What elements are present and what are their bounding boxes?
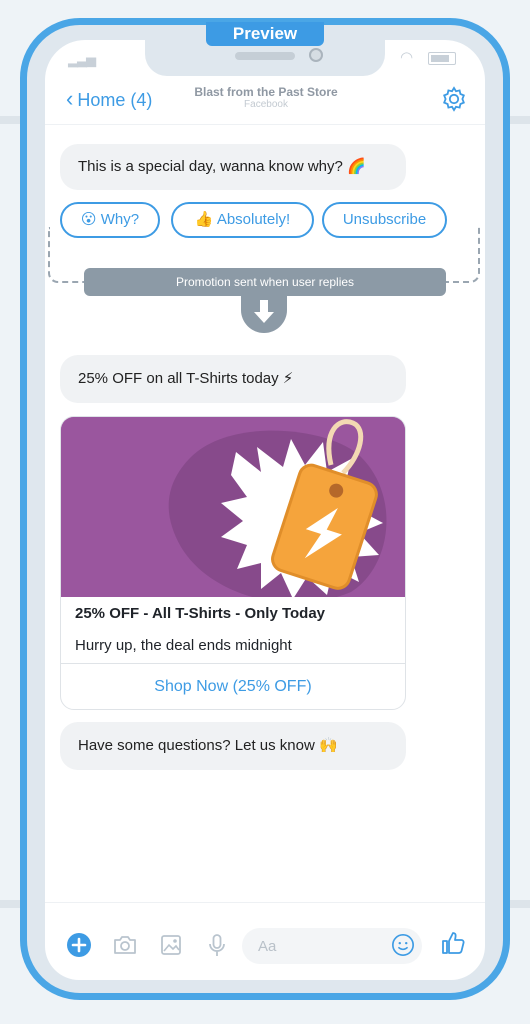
card-title: 25% OFF - All T-Shirts - Only Today xyxy=(75,605,326,622)
preview-tab: Preview xyxy=(206,22,324,46)
message-bubble-greeting: This is a special day, wanna know why? 🌈 xyxy=(60,144,406,190)
quick-reply-absolutely[interactable]: 👍 Absolutely! xyxy=(171,202,314,238)
shop-now-button[interactable]: Shop Now (25% OFF) xyxy=(61,663,405,709)
message-bubble-promo: 25% OFF on all T-Shirts today ⚡ xyxy=(60,355,406,403)
back-button[interactable]: ‹ Home (4) xyxy=(66,86,152,112)
promo-text: 25% OFF on all T-Shirts today ⚡ xyxy=(78,370,294,387)
promo-card-image xyxy=(61,417,405,597)
front-camera xyxy=(309,48,323,62)
emoji-icon[interactable] xyxy=(391,933,415,957)
gear-icon[interactable] xyxy=(440,85,468,113)
closing-text: Have some questions? Let us know 🙌 xyxy=(78,737,338,754)
battery-icon xyxy=(428,52,456,65)
wifi-icon: ◠ xyxy=(400,49,414,66)
arrow-down-icon xyxy=(241,290,287,333)
chevron-left-icon: ‹ xyxy=(66,86,74,111)
platform-label: Facebook xyxy=(244,99,288,110)
greeting-text: This is a special day, wanna know why? 🌈 xyxy=(78,158,366,175)
image-icon[interactable] xyxy=(158,932,184,958)
store-name: Blast from the Past Store xyxy=(194,85,338,99)
composer-divider xyxy=(45,902,485,903)
promo-card: 25% OFF - All T-Shirts - Only Today Hurr… xyxy=(60,416,406,710)
camera-icon[interactable] xyxy=(112,932,138,958)
thumbs-up-icon[interactable] xyxy=(440,930,466,956)
quick-reply-why[interactable]: 😮 Why? xyxy=(60,202,160,238)
message-bubble-closing: Have some questions? Let us know 🙌 xyxy=(60,722,406,770)
microphone-icon[interactable] xyxy=(204,932,230,958)
card-subtitle: Hurry up, the deal ends midnight xyxy=(75,637,292,654)
signal-icon: ▂▃▅ xyxy=(68,52,96,67)
quick-reply-unsubscribe[interactable]: Unsubscribe xyxy=(322,202,447,238)
plus-icon[interactable] xyxy=(66,932,92,958)
speaker-slot xyxy=(235,52,295,60)
back-label: Home (4) xyxy=(77,90,153,110)
